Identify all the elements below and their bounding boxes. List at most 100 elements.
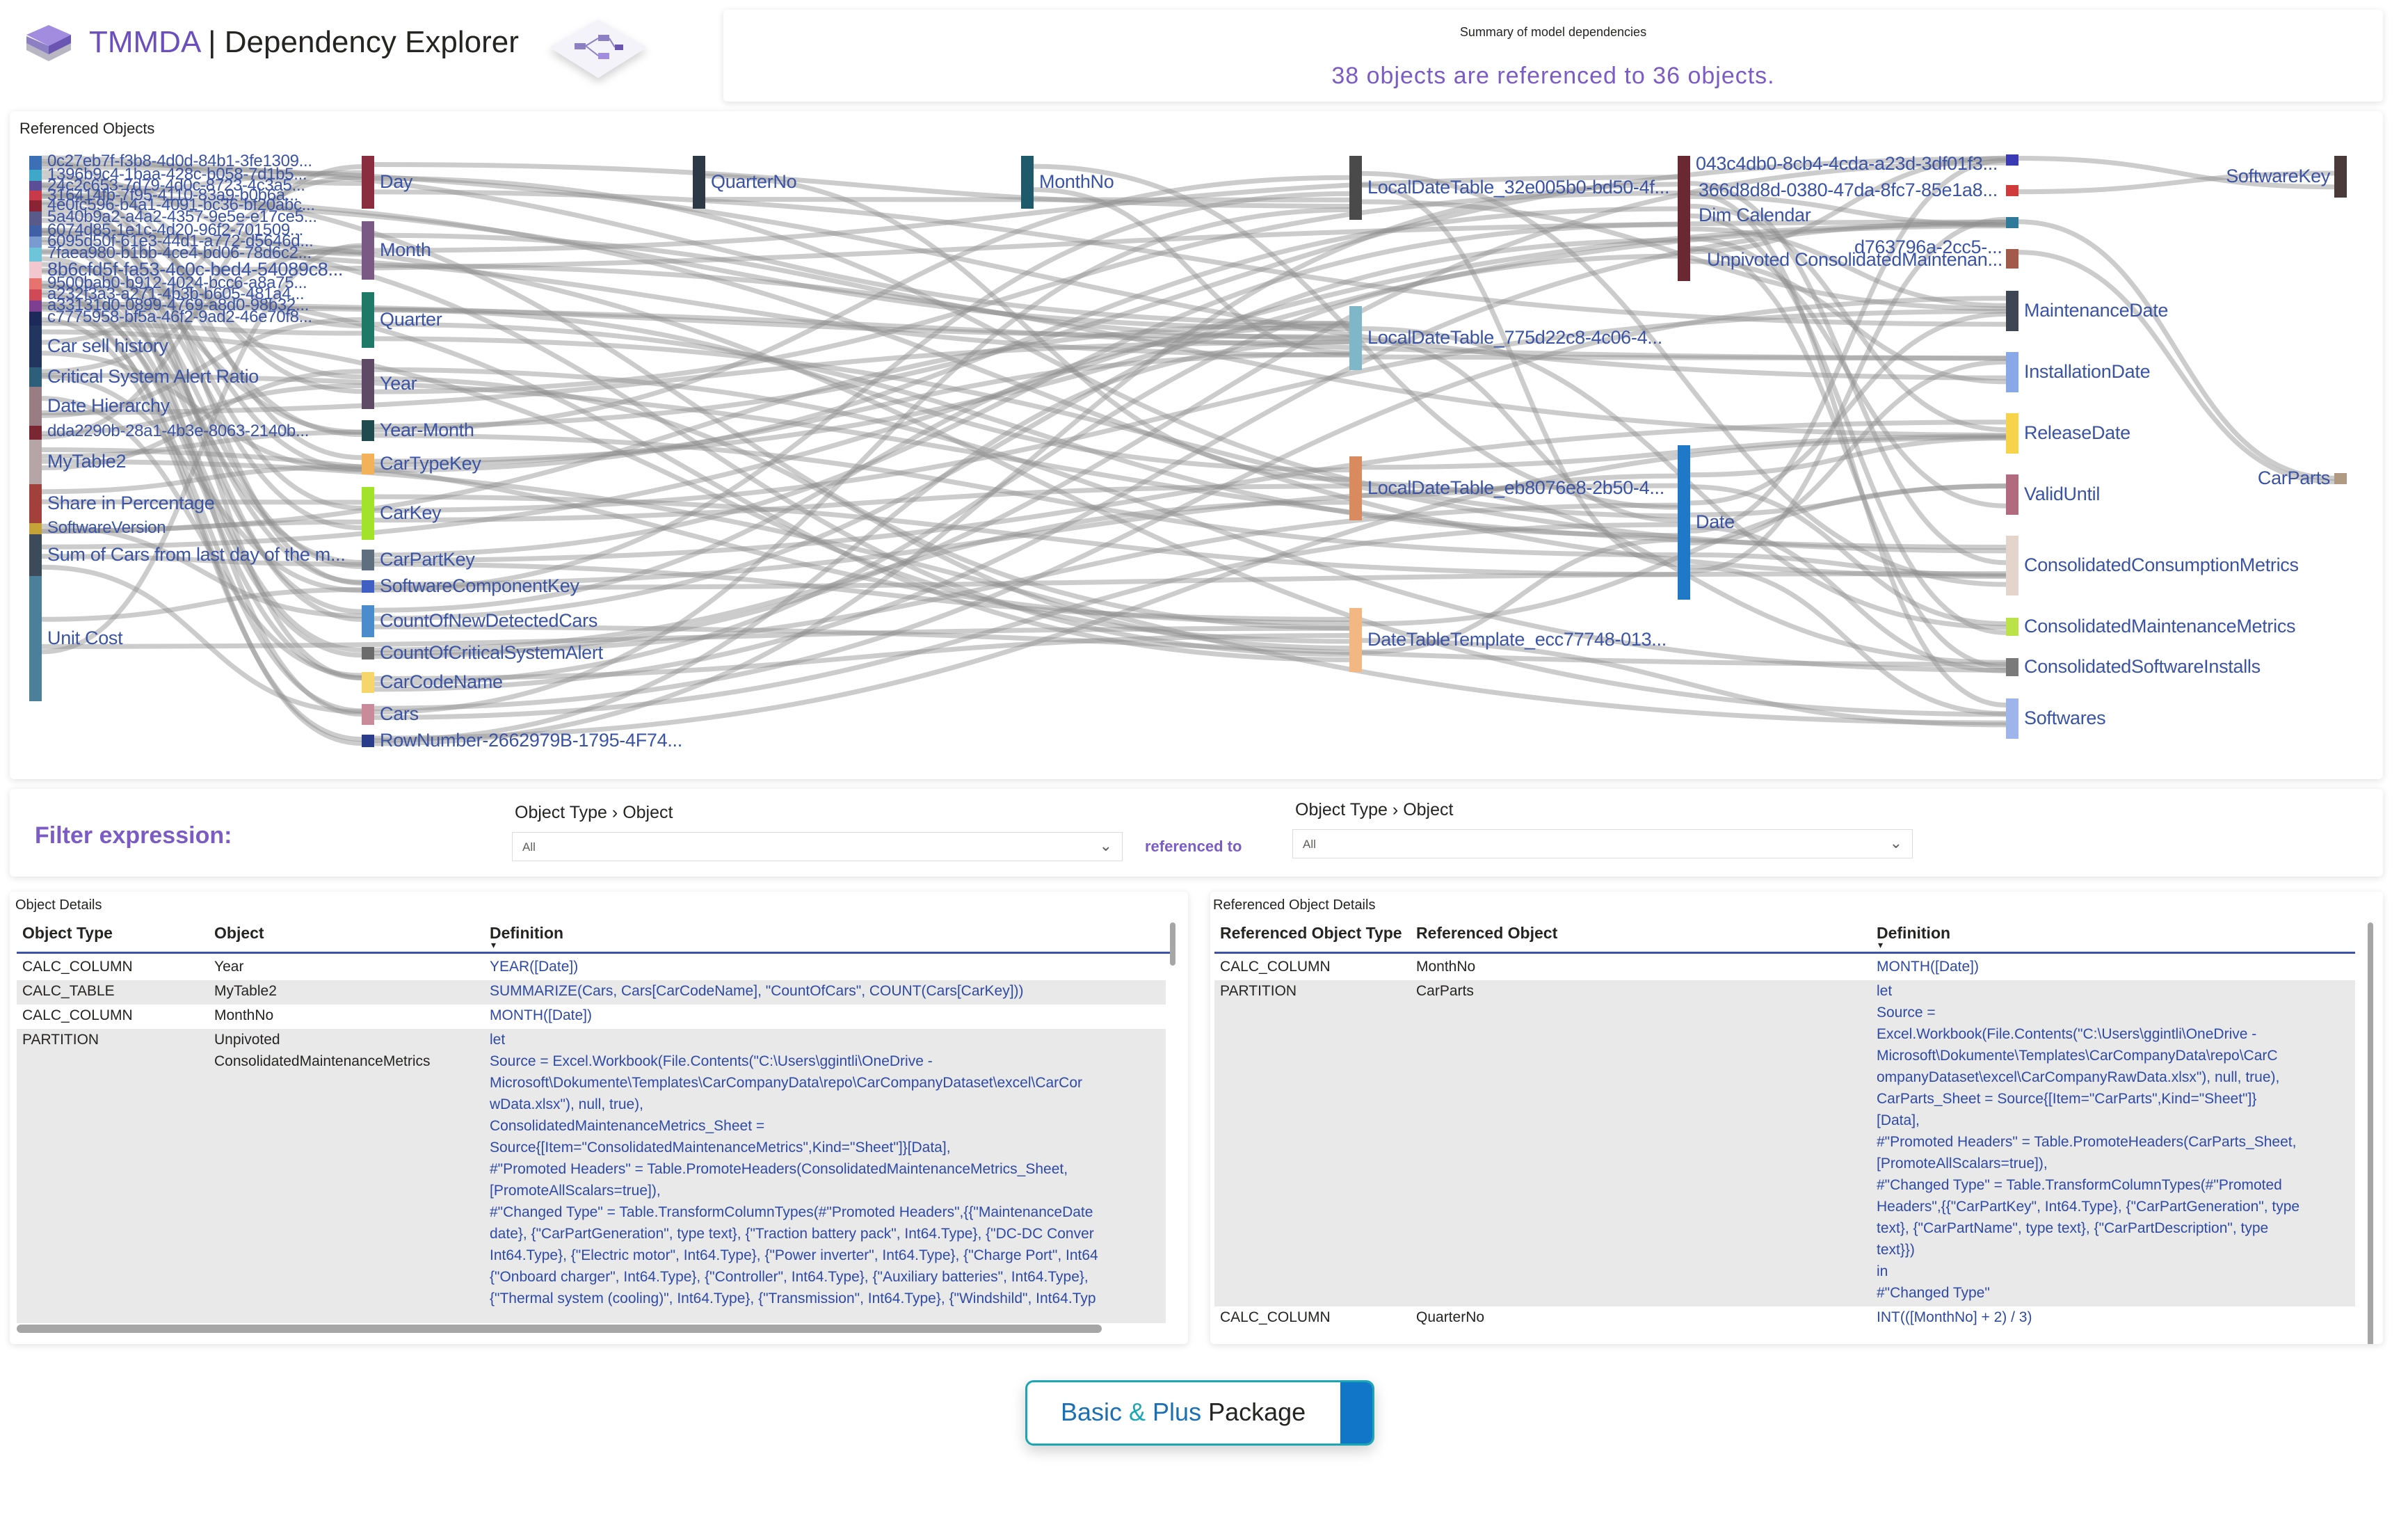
sankey-node[interactable]: [362, 292, 374, 348]
sankey-node[interactable]: [29, 534, 42, 576]
sankey-node[interactable]: [362, 420, 374, 441]
sankey-node[interactable]: [29, 237, 42, 248]
sankey-node[interactable]: [1021, 156, 1034, 209]
dependency-link[interactable]: [1689, 564, 2007, 717]
cell-definition: INT(([MonthNo] + 2) / 3): [1877, 1309, 2032, 1325]
left-object-dropdown[interactable]: All ⌄: [512, 832, 1123, 861]
cell-object-type: CALC_TABLE: [22, 983, 115, 999]
sankey-node[interactable]: [2334, 473, 2347, 484]
referenced-details-vscroll[interactable]: [2368, 922, 2373, 1344]
cell-definition: SUMMARIZE(Cars, Cars[CarCodeName], "Coun…: [490, 983, 1024, 999]
sankey-node[interactable]: [1349, 608, 1362, 672]
sankey-node[interactable]: [2006, 291, 2018, 331]
sankey-node[interactable]: [1349, 456, 1362, 520]
sankey-node-label: Unit Cost: [47, 627, 123, 648]
sankey-node[interactable]: [29, 181, 42, 191]
cell-definition: #"Promoted Headers" = Table.PromoteHeade…: [490, 1161, 1068, 1177]
col-header-definition[interactable]: Definition: [490, 924, 563, 943]
sankey-node[interactable]: [362, 605, 374, 637]
sankey-node[interactable]: [29, 440, 42, 484]
cell-definition: ompanyDataset\excel\CarCompanyRawData.xl…: [1877, 1069, 2280, 1085]
right-dropdown-value: All: [1303, 838, 1316, 851]
sort-arrow-icon[interactable]: ▾: [491, 939, 496, 951]
sankey-node[interactable]: [29, 576, 42, 701]
sankey-node[interactable]: [362, 735, 374, 747]
sankey-node[interactable]: [2006, 698, 2018, 739]
sankey-node[interactable]: [1349, 306, 1362, 370]
sankey-node-label: Day: [380, 171, 413, 192]
sankey-node[interactable]: [693, 156, 705, 209]
cell-definition: wData.xlsx"), null, true),: [490, 1096, 644, 1112]
sankey-node[interactable]: [29, 211, 42, 225]
left-dropdown-value: All: [522, 840, 536, 854]
sankey-node[interactable]: [2006, 658, 2018, 676]
sankey-node[interactable]: [29, 248, 42, 262]
sankey-node[interactable]: [362, 647, 374, 659]
sankey-node[interactable]: [29, 225, 42, 237]
sankey-node[interactable]: [29, 156, 42, 170]
sankey-node[interactable]: [1349, 156, 1362, 220]
badge-accent-bar: [1340, 1382, 1372, 1444]
sankey-node[interactable]: [362, 359, 374, 409]
sankey-node-label: SoftwareComponentKey: [380, 575, 579, 596]
sankey-node[interactable]: [2006, 618, 2018, 636]
sankey-node[interactable]: [29, 426, 42, 440]
cell-definition: ConsolidatedMaintenanceMetrics_Sheet =: [490, 1118, 765, 1134]
col-header-object[interactable]: Object: [214, 924, 264, 943]
sankey-node[interactable]: [29, 200, 42, 211]
sankey-node[interactable]: [2334, 156, 2347, 198]
sankey-node-label: LocalDateTable_32e005b0-bd50-4f...: [1367, 177, 1670, 198]
cell-definition: {"Onboard charger", Int64.Type}, {"Contr…: [490, 1269, 1089, 1285]
sankey-node[interactable]: [29, 170, 42, 181]
object-details-hscroll[interactable]: [17, 1325, 1102, 1333]
sankey-node[interactable]: [362, 550, 374, 570]
sankey-node[interactable]: [29, 278, 42, 289]
sankey-node-label: CarCodeName: [380, 671, 503, 692]
referenced-details-title: Referenced Object Details: [1213, 897, 1376, 913]
sankey-node[interactable]: [29, 484, 42, 523]
left-caption-object: Object: [623, 803, 673, 822]
sankey-node[interactable]: [362, 454, 374, 474]
sankey-node[interactable]: [2006, 154, 2018, 166]
cell-object-type: PARTITION: [1220, 983, 1297, 999]
sankey-node[interactable]: [29, 367, 42, 387]
sankey-node[interactable]: [362, 221, 374, 280]
col-header-referenced-object[interactable]: Referenced Object: [1416, 924, 1557, 943]
sankey-node[interactable]: [362, 487, 374, 540]
sankey-node[interactable]: [29, 326, 42, 367]
sankey-node[interactable]: [29, 191, 42, 200]
sankey-node-label: 043c4db0-8cb4-4cda-a23d-3df01f3...: [1696, 153, 1998, 174]
sankey-node[interactable]: [362, 704, 374, 725]
sankey-node[interactable]: [362, 156, 374, 209]
object-details-vscroll[interactable]: [1170, 922, 1175, 966]
sankey-node[interactable]: [2006, 185, 2018, 196]
sankey-node[interactable]: [1678, 156, 1690, 281]
sankey-node[interactable]: [29, 312, 42, 326]
cell-object: MonthNo: [214, 1007, 274, 1023]
col-header-referenced-type[interactable]: Referenced Object Type: [1220, 924, 1402, 943]
sankey-node[interactable]: [29, 301, 42, 312]
col-header-object-type[interactable]: Object Type: [22, 924, 113, 943]
dependency-link[interactable]: [1361, 354, 2007, 361]
sankey-node[interactable]: [2006, 536, 2018, 595]
col-header-referenced-definition[interactable]: Definition: [1877, 924, 1950, 943]
sankey-node[interactable]: [2006, 249, 2018, 269]
cell-object: CarParts: [1416, 983, 1474, 999]
sankey-node[interactable]: [29, 523, 42, 534]
sankey-node[interactable]: [2006, 352, 2018, 392]
sort-arrow-icon[interactable]: ▾: [1878, 939, 1883, 951]
sankey-node[interactable]: [29, 387, 42, 426]
sankey-node[interactable]: [362, 672, 374, 693]
sankey-node[interactable]: [2006, 217, 2018, 228]
right-object-dropdown[interactable]: All ⌄: [1292, 829, 1913, 858]
sankey-node-label: Quarter: [380, 309, 442, 330]
sankey-node-label: Date: [1696, 511, 1735, 532]
sankey-node[interactable]: [29, 262, 42, 278]
sankey-node[interactable]: [2006, 413, 2018, 454]
cell-definition: #"Changed Type" = Table.TransformColumnT…: [490, 1204, 1093, 1220]
sankey-node-label: 366d8d8d-0380-47da-8fc7-85e1a8...: [1699, 179, 1998, 200]
sankey-node[interactable]: [29, 289, 42, 301]
sankey-node[interactable]: [362, 580, 374, 593]
sankey-node[interactable]: [2006, 474, 2018, 515]
sankey-node[interactable]: [1678, 445, 1690, 600]
